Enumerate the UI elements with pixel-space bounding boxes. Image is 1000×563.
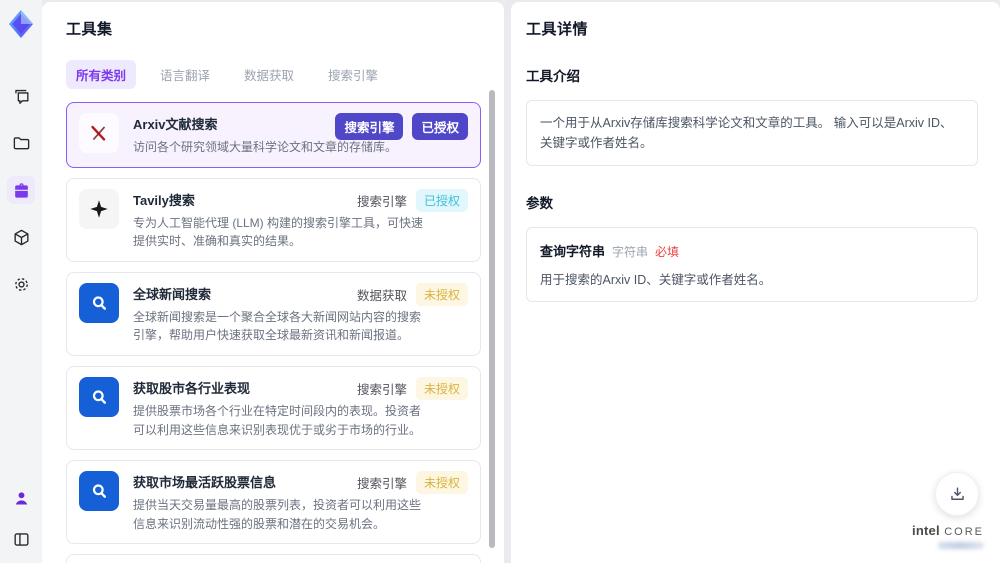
params-heading: 参数 [526, 196, 553, 211]
tavily-star-icon [79, 188, 119, 229]
tool-intro-text: 一个用于从Arxiv存储库搜索科学论文和文章的工具。 输入可以是Arxiv ID… [526, 100, 978, 166]
tool-category-badge: 数据获取 [356, 288, 407, 303]
intro-heading: 工具介绍 [526, 69, 580, 84]
tool-description: 访问各个研究领域大量科学论文和文章的存储库。 [133, 140, 398, 154]
tool-description: 专为人工智能代理 (LLM) 构建的搜索引擎工具，可快速提供实时、准确和真实的结… [133, 215, 424, 249]
intel-core-watermark: intel CORE [912, 522, 984, 549]
tab-category-0[interactable]: 所有类别 [66, 60, 137, 89]
watermark-intel-text: intel [912, 523, 940, 539]
news-search-icon [79, 471, 119, 512]
download-icon [950, 486, 964, 500]
tool-auth-badge: 未授权 [415, 471, 468, 495]
news-search-icon [79, 282, 119, 323]
tool-category-badge: 搜索引擎 [356, 477, 407, 492]
tool-detail-panel: 工具详情 工具介绍 一个用于从Arxiv存储库搜索科学论文和文章的工具。 输入可… [511, 2, 1000, 563]
tool-description: 提供当天交易量最高的股票列表，投资者可以利用这些信息来识别流动性强的股票和潜在的… [133, 498, 422, 531]
arxiv-icon [79, 113, 119, 153]
detail-title: 工具详情 [526, 21, 589, 38]
app-logo-icon [5, 8, 37, 40]
tools-list-panel: 工具集 所有类别 语言翻译 数据获取 搜索引擎 Arxiv文献搜索 访问各个研究领域大… [42, 2, 504, 563]
tool-category-badge: 搜索引擎 [356, 194, 407, 209]
sidebar [0, 0, 42, 563]
list-scrollbar [489, 90, 495, 557]
download-button[interactable] [935, 472, 979, 516]
parameter-card: 查询字符串 字符串 必填 用于搜索的Arxiv ID、关键字或作者姓名。 [526, 227, 978, 302]
tool-description: 全球新闻搜索是一个聚合全球各大新闻网站内容的搜索引擎，帮助用户快速获取全球最新资… [133, 309, 422, 343]
parameter-description: 用于搜索的Arxiv ID、关键字或作者姓名。 [540, 273, 772, 287]
tool-card[interactable]: 全球新闻搜索 全球新闻搜索是一个聚合全球各大新闻网站内容的搜索引擎，帮助用户快速… [66, 271, 481, 356]
tool-card[interactable]: Tavily搜索 专为人工智能代理 (LLM) 构建的搜索引擎工具，可快速提供实… [66, 177, 481, 262]
app-window: 工具集 所有类别 语言翻译 数据获取 搜索引擎 Arxiv文献搜索 访问各个研究领域大… [0, 0, 1000, 563]
news-search-icon [79, 376, 119, 417]
watermark-smudge [938, 542, 984, 549]
category-tabs: 所有类别 语言翻译 数据获取 搜索引擎 [66, 60, 504, 89]
briefcase-icon[interactable] [7, 176, 35, 204]
tool-badges: 搜索引擎 未授权 [356, 471, 468, 495]
folder-icon[interactable] [7, 129, 35, 157]
user-icon[interactable] [7, 484, 35, 512]
tab-category-1[interactable]: 语言翻译 [150, 60, 220, 89]
tool-card[interactable]: 获取股市各行业表现 提供股票市场各个行业在特定时间段内的表现。投资者可以利用这些… [66, 365, 481, 451]
tool-card[interactable]: 获取市场最活跃股票信息 提供当天交易量最高的股票列表，投资者可以利用这些信息来识… [66, 460, 481, 545]
sidebar-nav [7, 82, 35, 298]
cube-icon[interactable] [7, 223, 35, 251]
tool-category-badge: 搜索引擎 [356, 382, 407, 397]
sidebar-bottom [7, 484, 35, 553]
tool-card[interactable]: Arxiv文献搜索 访问各个研究领域大量科学论文和文章的存储库。 搜索引擎 已授… [66, 102, 481, 168]
tool-auth-badge: 已授权 [415, 188, 468, 212]
tool-badges: 搜索引擎 未授权 [356, 376, 468, 400]
panel-divider [504, 0, 511, 563]
tools-page-title: 工具集 [66, 21, 113, 38]
tool-auth-badge: 未授权 [415, 376, 468, 400]
tool-auth-badge: 已授权 [412, 113, 468, 140]
parameter-header: 查询字符串 字符串 必填 [540, 241, 964, 260]
tool-badges: 数据获取 未授权 [356, 282, 468, 306]
parameter-name: 查询字符串 [540, 244, 606, 259]
tool-category-badge: 搜索引擎 [335, 113, 404, 140]
parameter-type: 字符串 [612, 245, 649, 259]
chat-icon[interactable] [7, 82, 35, 110]
tab-category-2[interactable]: 数据获取 [234, 60, 304, 89]
parameter-required-flag: 必填 [655, 245, 680, 259]
tool-badges: 搜索引擎 已授权 [356, 188, 468, 212]
tool-description: 提供股票市场各个行业在特定时间段内的表现。投资者可以利用这些信息来识别表现优于或… [133, 403, 422, 437]
tool-card[interactable]: 万维地区新闻查询 查询具体行政区划内的新闻，快速了解各地新闻动 搜索引擎 未授权 [66, 554, 481, 563]
gear-icon[interactable] [7, 270, 35, 298]
tool-cards: Arxiv文献搜索 访问各个研究领域大量科学论文和文章的存储库。 搜索引擎 已授… [66, 102, 504, 563]
tool-badges: 搜索引擎 已授权 [335, 113, 468, 140]
scrollbar-thumb[interactable] [489, 90, 495, 548]
panel-toggle-icon[interactable] [7, 525, 35, 553]
tool-auth-badge: 未授权 [415, 282, 468, 306]
tab-category-3[interactable]: 搜索引擎 [318, 60, 388, 89]
watermark-core-text: CORE [944, 526, 984, 539]
